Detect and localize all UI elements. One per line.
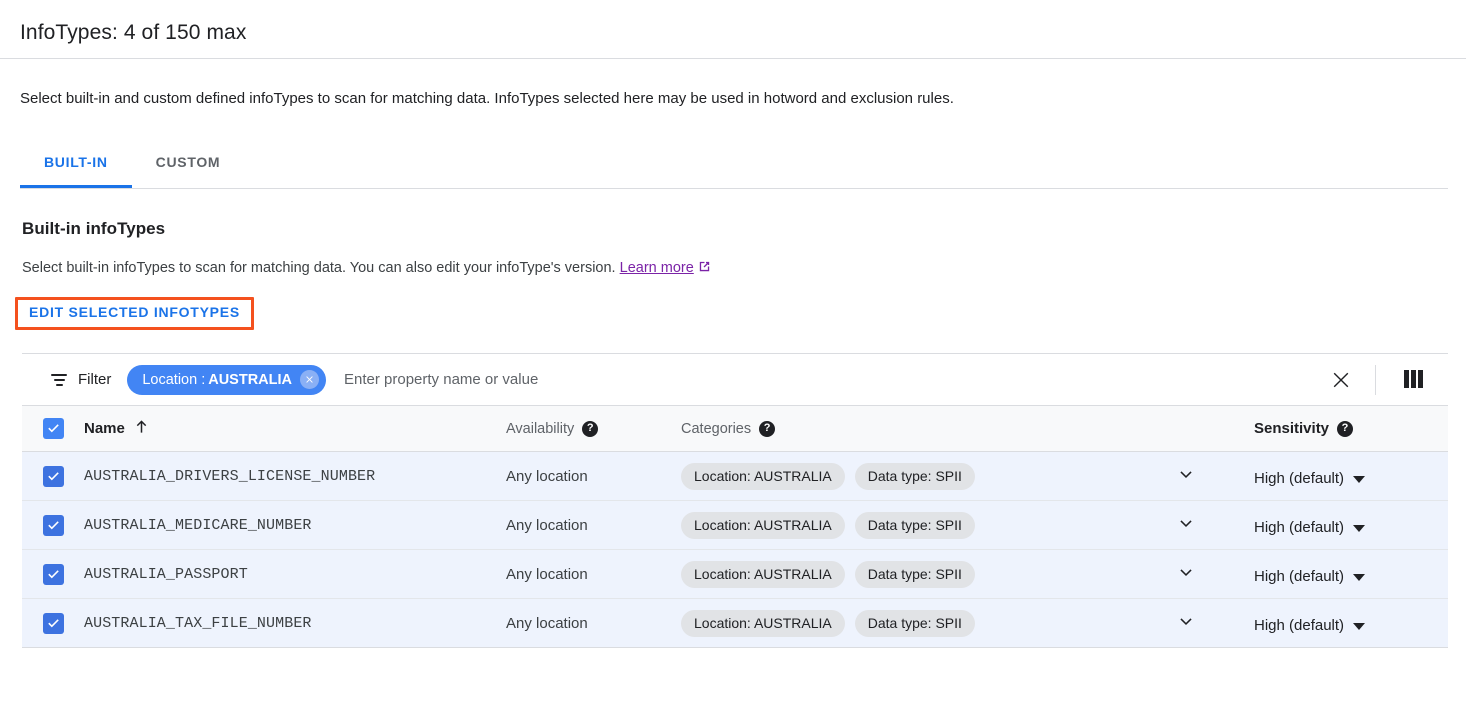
row-name: AUSTRALIA_TAX_FILE_NUMBER xyxy=(84,615,506,632)
dropdown-caret-icon[interactable] xyxy=(1353,623,1365,630)
tab-underline xyxy=(20,188,1448,189)
built-in-section: Built-in infoTypes Select built-in infoT… xyxy=(0,219,1466,330)
section-subtext: Select built-in infoTypes to scan for ma… xyxy=(22,258,1466,280)
sort-ascending-icon[interactable] xyxy=(133,418,150,439)
section-subtext-label: Select built-in infoTypes to scan for ma… xyxy=(22,260,616,276)
header-availability-label: Availability xyxy=(506,421,574,437)
row-select-cell xyxy=(22,564,84,585)
category-tag: Data type: SPII xyxy=(855,610,975,637)
tab-built-in[interactable]: BUILT-IN xyxy=(20,145,132,188)
filter-chip-label: Location : xyxy=(142,372,205,388)
row-expand-cell xyxy=(1140,512,1232,539)
learn-more-label: Learn more xyxy=(620,260,694,276)
row-sensitivity-cell[interactable]: High (default) xyxy=(1232,615,1448,632)
close-icon[interactable] xyxy=(1329,368,1353,392)
help-icon[interactable]: ? xyxy=(582,421,598,437)
filter-chip-location[interactable]: Location : AUSTRALIA xyxy=(127,365,326,395)
learn-more-link[interactable]: Learn more xyxy=(620,260,694,276)
row-availability: Any location xyxy=(506,615,681,632)
row-checkbox[interactable] xyxy=(43,564,64,585)
header-availability-cell: Availability ? xyxy=(506,421,681,437)
category-tag: Location: AUSTRALIA xyxy=(681,610,845,637)
chevron-down-icon[interactable] xyxy=(1175,610,1197,637)
chevron-down-icon[interactable] xyxy=(1175,512,1197,539)
row-categories: Location: AUSTRALIA Data type: SPII xyxy=(681,463,1140,490)
edit-selected-infotypes-annotation: EDIT SELECTED INFOTYPES xyxy=(15,297,254,330)
tab-custom[interactable]: CUSTOM xyxy=(132,145,245,188)
category-tag: Data type: SPII xyxy=(855,561,975,588)
dialog-description: Select built-in and custom defined infoT… xyxy=(0,59,1466,109)
filter-bar: Filter Location : AUSTRALIA xyxy=(22,353,1448,405)
filter-chip-value: AUSTRALIA xyxy=(208,372,292,388)
row-checkbox[interactable] xyxy=(43,466,64,487)
toolbar-divider xyxy=(1375,365,1376,395)
row-sensitivity-value: High (default) xyxy=(1254,470,1344,487)
filter-icon[interactable] xyxy=(50,371,68,389)
chip-remove-icon[interactable] xyxy=(300,370,319,389)
row-availability: Any location xyxy=(506,468,681,485)
section-heading: Built-in infoTypes xyxy=(22,219,1466,239)
table-row[interactable]: AUSTRALIA_TAX_FILE_NUMBER Any location L… xyxy=(22,599,1448,648)
header-name-label: Name xyxy=(84,420,125,437)
row-name: AUSTRALIA_PASSPORT xyxy=(84,566,506,583)
infotypes-table: Name Availability ? Categories ? Sensiti… xyxy=(22,405,1448,648)
columns-icon[interactable] xyxy=(1404,370,1426,390)
category-tag: Location: AUSTRALIA xyxy=(681,561,845,588)
table-row[interactable]: AUSTRALIA_MEDICARE_NUMBER Any location L… xyxy=(22,501,1448,550)
row-availability: Any location xyxy=(506,566,681,583)
row-select-cell xyxy=(22,515,84,536)
category-tag: Data type: SPII xyxy=(855,463,975,490)
filter-label: Filter xyxy=(78,371,111,388)
dropdown-caret-icon[interactable] xyxy=(1353,525,1365,532)
row-select-cell xyxy=(22,613,84,634)
table-row[interactable]: AUSTRALIA_PASSPORT Any location Location… xyxy=(22,550,1448,599)
row-sensitivity-cell[interactable]: High (default) xyxy=(1232,566,1448,583)
header-categories-label: Categories xyxy=(681,421,751,437)
dialog-title: InfoTypes: 4 of 150 max xyxy=(0,0,1466,58)
row-categories: Location: AUSTRALIA Data type: SPII xyxy=(681,610,1140,637)
row-availability: Any location xyxy=(506,517,681,534)
dropdown-caret-icon[interactable] xyxy=(1353,476,1365,483)
header-categories-cell: Categories ? xyxy=(681,421,1140,437)
row-checkbox[interactable] xyxy=(43,515,64,536)
row-sensitivity-cell[interactable]: High (default) xyxy=(1232,517,1448,534)
category-tag: Location: AUSTRALIA xyxy=(681,463,845,490)
chevron-down-icon[interactable] xyxy=(1175,561,1197,588)
row-categories: Location: AUSTRALIA Data type: SPII xyxy=(681,561,1140,588)
row-expand-cell xyxy=(1140,561,1232,588)
row-name: AUSTRALIA_MEDICARE_NUMBER xyxy=(84,517,506,534)
header-sensitivity-cell: Sensitivity ? xyxy=(1232,420,1448,437)
table-header-row: Name Availability ? Categories ? Sensiti… xyxy=(22,406,1448,452)
row-expand-cell xyxy=(1140,610,1232,637)
category-tag: Location: AUSTRALIA xyxy=(681,512,845,539)
external-link-icon xyxy=(697,259,712,280)
help-icon[interactable]: ? xyxy=(759,421,775,437)
select-all-checkbox[interactable] xyxy=(43,418,64,439)
row-sensitivity-value: High (default) xyxy=(1254,568,1344,585)
header-name-cell[interactable]: Name xyxy=(84,418,506,439)
row-name: AUSTRALIA_DRIVERS_LICENSE_NUMBER xyxy=(84,468,506,485)
header-sensitivity-label: Sensitivity xyxy=(1254,420,1329,437)
row-sensitivity-value: High (default) xyxy=(1254,519,1344,536)
table-row[interactable]: AUSTRALIA_DRIVERS_LICENSE_NUMBER Any loc… xyxy=(22,452,1448,501)
row-categories: Location: AUSTRALIA Data type: SPII xyxy=(681,512,1140,539)
select-all-cell xyxy=(22,418,84,439)
filter-input[interactable] xyxy=(342,370,1329,389)
row-sensitivity-value: High (default) xyxy=(1254,617,1344,634)
edit-selected-infotypes-button[interactable]: EDIT SELECTED INFOTYPES xyxy=(29,304,240,320)
category-tag: Data type: SPII xyxy=(855,512,975,539)
tab-bar: BUILT-IN CUSTOM xyxy=(0,145,1466,189)
row-sensitivity-cell[interactable]: High (default) xyxy=(1232,468,1448,485)
row-select-cell xyxy=(22,466,84,487)
row-checkbox[interactable] xyxy=(43,613,64,634)
help-icon[interactable]: ? xyxy=(1337,421,1353,437)
row-expand-cell xyxy=(1140,463,1232,490)
chevron-down-icon[interactable] xyxy=(1175,463,1197,490)
dropdown-caret-icon[interactable] xyxy=(1353,574,1365,581)
